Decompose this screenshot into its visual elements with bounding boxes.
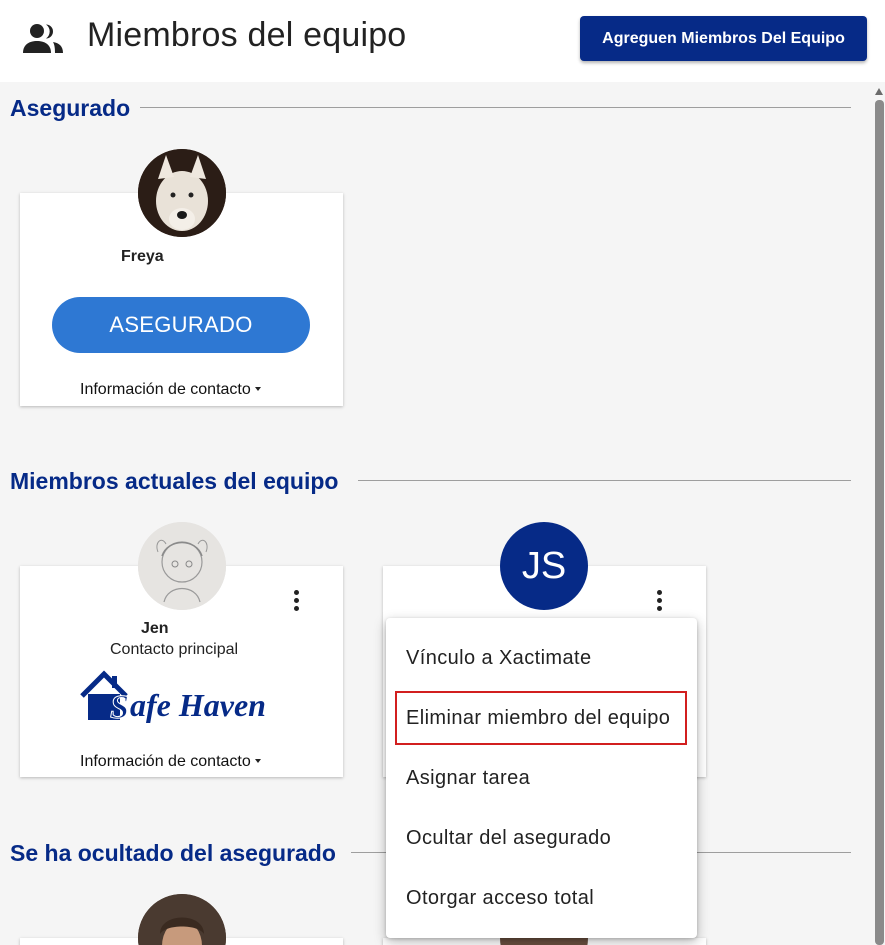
- caret-down-icon: [254, 386, 261, 391]
- member-context-menu: Vínculo a Xactimate Eliminar miembro del…: [386, 618, 697, 938]
- avatar-jen: [138, 522, 226, 610]
- insured-name: Freya: [121, 248, 164, 265]
- more-options-icon[interactable]: [650, 588, 670, 616]
- highlight-annotation: [395, 691, 687, 745]
- menu-item-xactimate-link[interactable]: Vínculo a Xactimate: [406, 647, 591, 670]
- more-options-icon[interactable]: [287, 588, 307, 616]
- add-team-members-button[interactable]: Agreguen Miembros Del Equipo: [580, 16, 867, 61]
- scroll-up-arrow-icon[interactable]: [875, 88, 883, 95]
- member-name-jen: Jen: [141, 620, 169, 637]
- section-title-insured: Asegurado: [10, 95, 141, 122]
- caret-down-icon: [254, 758, 261, 763]
- contact-info-label: Información de contacto: [80, 753, 251, 770]
- member-role-jen: Contacto principal: [110, 641, 239, 658]
- menu-item-hide-from-insured[interactable]: Ocultar del asegurado: [406, 827, 611, 850]
- contact-info-toggle-insured[interactable]: Información de contacto: [80, 381, 261, 399]
- header-bar: Miembros del equipo Agreguen Miembros De…: [0, 0, 885, 82]
- insured-status-button[interactable]: ASEGURADO: [52, 297, 310, 353]
- avatar-freya: [138, 149, 226, 237]
- contact-info-label: Información de contacto: [80, 381, 251, 398]
- section-divider: [358, 480, 851, 481]
- safe-haven-logo: S afe Haven: [80, 670, 266, 726]
- section-title-current-members: Miembros actuales del equipo: [10, 468, 349, 495]
- svg-text:afe Haven: afe Haven: [130, 687, 266, 723]
- dog-photo: [138, 149, 226, 237]
- section-divider: [140, 107, 851, 108]
- menu-item-grant-full-access[interactable]: Otorgar acceso total: [406, 887, 594, 910]
- svg-text:S: S: [110, 689, 129, 726]
- avatar-js: JS: [500, 522, 588, 610]
- page-title: Miembros del equipo: [87, 16, 407, 54]
- section-title-hidden: Se ha ocultado del asegurado: [10, 840, 346, 867]
- sketch-avatar: [138, 522, 226, 610]
- contact-info-toggle-jen[interactable]: Información de contacto: [80, 753, 261, 771]
- scrollbar-thumb[interactable]: [875, 100, 884, 945]
- team-icon: [23, 24, 63, 53]
- menu-item-assign-task[interactable]: Asignar tarea: [406, 767, 530, 790]
